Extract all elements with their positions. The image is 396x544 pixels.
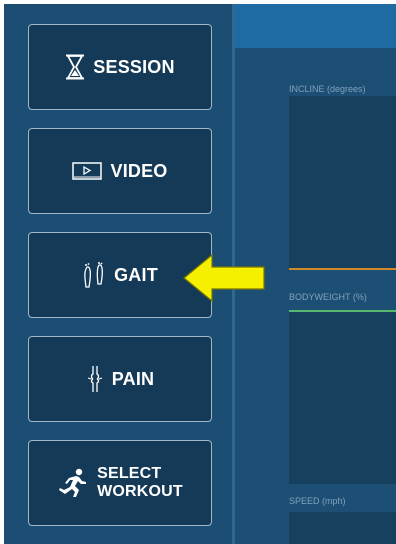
speed-label: SPEED (mph) [289, 496, 346, 506]
bodyweight-label: BODYWEIGHT (%) [289, 292, 367, 302]
running-figure-icon [57, 468, 89, 498]
video-player-icon [72, 162, 103, 180]
pain-label: PAIN [111, 368, 155, 389]
session-button[interactable]: SESSION [28, 24, 212, 110]
video-label: VIDEO [110, 160, 168, 181]
select-workout-button[interactable]: SELECT WORKOUT [28, 440, 212, 526]
incline-chart [289, 96, 396, 270]
speed-chart [289, 512, 396, 544]
incline-label: INCLINE (degrees) [289, 84, 366, 94]
app-window: SESSION VIDEO GAIT PAIN SELECT WORKOUT I… [4, 4, 396, 544]
footprints-icon [82, 261, 106, 289]
knee-joint-icon [86, 365, 104, 393]
top-bar [235, 4, 396, 48]
bodyweight-chart [289, 310, 396, 484]
pain-button[interactable]: PAIN [28, 336, 212, 422]
session-label: SESSION [93, 56, 175, 77]
gait-label: GAIT [114, 264, 158, 285]
hourglass-icon [65, 54, 85, 80]
select-workout-label: SELECT WORKOUT [97, 465, 183, 500]
video-button[interactable]: VIDEO [28, 128, 212, 214]
yellow-arrow-icon [183, 253, 265, 303]
